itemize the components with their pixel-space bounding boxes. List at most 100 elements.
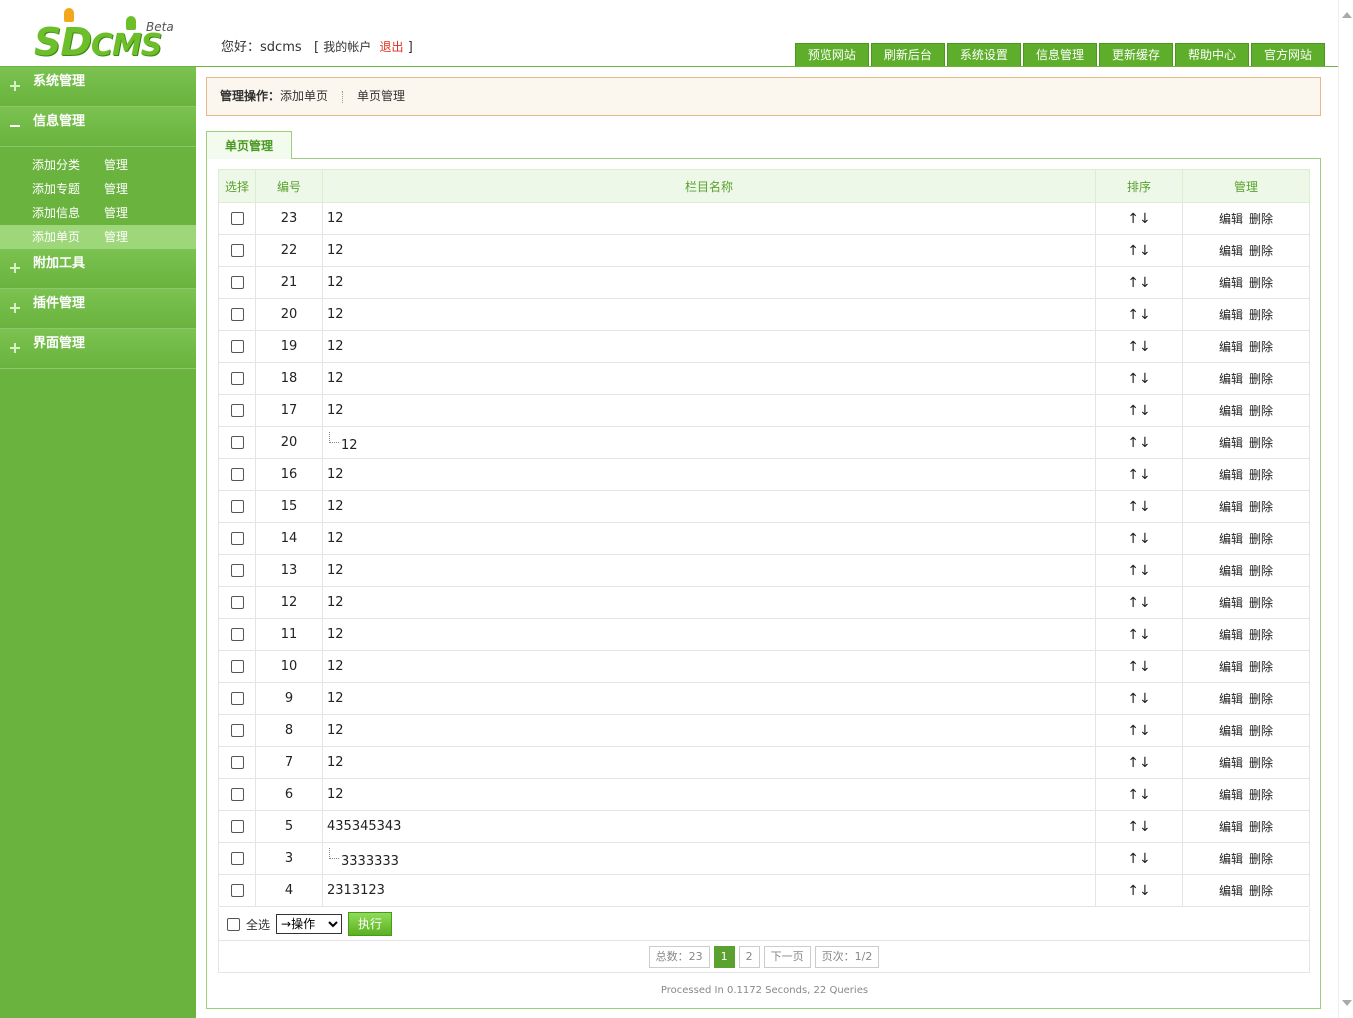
row-checkbox[interactable]: [230, 276, 244, 289]
add-page-link[interactable]: 添加单页: [32, 225, 104, 249]
delete-link[interactable]: 删除: [1249, 724, 1273, 738]
sort-arrows-icon[interactable]: ↑↓: [1127, 371, 1150, 387]
row-checkbox[interactable]: [230, 212, 244, 225]
page-manage-op-link[interactable]: 单页管理: [357, 89, 405, 103]
nav-official-site[interactable]: 官方网站: [1250, 43, 1325, 66]
edit-link[interactable]: 编辑: [1219, 724, 1243, 738]
add-category-link[interactable]: 添加分类: [32, 153, 104, 177]
next-page-button[interactable]: 下一页: [763, 945, 811, 968]
row-checkbox[interactable]: [230, 660, 244, 673]
row-checkbox[interactable]: [230, 340, 244, 353]
row-checkbox[interactable]: [230, 756, 244, 769]
edit-link[interactable]: 编辑: [1219, 692, 1243, 706]
nav-info-management[interactable]: 信息管理: [1022, 43, 1097, 66]
sort-arrows-icon[interactable]: ↑↓: [1127, 275, 1150, 291]
delete-link[interactable]: 删除: [1249, 372, 1273, 386]
delete-link[interactable]: 删除: [1249, 308, 1273, 322]
sort-arrows-icon[interactable]: ↑↓: [1127, 307, 1150, 323]
delete-link[interactable]: 删除: [1249, 692, 1273, 706]
nav-system-settings[interactable]: 系统设置: [946, 43, 1021, 66]
row-checkbox[interactable]: [230, 404, 244, 417]
row-checkbox[interactable]: [230, 436, 244, 449]
delete-link[interactable]: 删除: [1249, 532, 1273, 546]
add-topic-link[interactable]: 添加专题: [32, 177, 104, 201]
sort-arrows-icon[interactable]: ↑↓: [1127, 691, 1150, 707]
sort-arrows-icon[interactable]: ↑↓: [1127, 659, 1150, 675]
row-checkbox[interactable]: [230, 564, 244, 577]
row-checkbox[interactable]: [230, 532, 244, 545]
delete-link[interactable]: 删除: [1249, 628, 1273, 642]
delete-link[interactable]: 删除: [1249, 212, 1273, 226]
select-all-checkbox[interactable]: [227, 917, 240, 931]
edit-link[interactable]: 编辑: [1219, 756, 1243, 770]
page-1-button[interactable]: 1: [713, 945, 735, 968]
delete-link[interactable]: 删除: [1249, 500, 1273, 514]
delete-link[interactable]: 删除: [1249, 788, 1273, 802]
scroll-up-icon[interactable]: [1342, 12, 1352, 18]
edit-link[interactable]: 编辑: [1219, 820, 1243, 834]
edit-link[interactable]: 编辑: [1219, 500, 1243, 514]
execute-button[interactable]: 执行: [348, 912, 393, 936]
row-checkbox[interactable]: [230, 820, 244, 833]
scroll-down-icon[interactable]: [1342, 1000, 1352, 1006]
sort-arrows-icon[interactable]: ↑↓: [1127, 211, 1150, 227]
logout-link[interactable]: 退出: [380, 40, 404, 54]
edit-link[interactable]: 编辑: [1219, 308, 1243, 322]
edit-link[interactable]: 编辑: [1219, 244, 1243, 258]
add-info-link[interactable]: 添加信息: [32, 201, 104, 225]
edit-link[interactable]: 编辑: [1219, 564, 1243, 578]
nav-refresh-admin[interactable]: 刷新后台: [870, 43, 945, 66]
sort-arrows-icon[interactable]: ↑↓: [1127, 819, 1150, 835]
row-checkbox[interactable]: [230, 692, 244, 705]
manage-page-link[interactable]: 管理: [104, 225, 128, 249]
delete-link[interactable]: 删除: [1249, 756, 1273, 770]
sort-arrows-icon[interactable]: ↑↓: [1127, 499, 1150, 515]
page-2-button[interactable]: 2: [738, 945, 760, 968]
manage-category-link[interactable]: 管理: [104, 153, 128, 177]
delete-link[interactable]: 删除: [1249, 404, 1273, 418]
delete-link[interactable]: 删除: [1249, 884, 1273, 898]
row-checkbox[interactable]: [230, 788, 244, 801]
edit-link[interactable]: 编辑: [1219, 468, 1243, 482]
row-checkbox[interactable]: [230, 468, 244, 481]
delete-link[interactable]: 删除: [1249, 436, 1273, 450]
sort-arrows-icon[interactable]: ↑↓: [1127, 403, 1150, 419]
row-checkbox[interactable]: [230, 244, 244, 257]
edit-link[interactable]: 编辑: [1219, 372, 1243, 386]
nav-help-center[interactable]: 帮助中心: [1174, 43, 1249, 66]
delete-link[interactable]: 删除: [1249, 660, 1273, 674]
delete-link[interactable]: 删除: [1249, 596, 1273, 610]
sort-arrows-icon[interactable]: ↑↓: [1127, 723, 1150, 739]
nav-preview-site[interactable]: 预览网站: [794, 43, 869, 66]
edit-link[interactable]: 编辑: [1219, 852, 1243, 866]
delete-link[interactable]: 删除: [1249, 276, 1273, 290]
my-account-link[interactable]: 我的帐户: [323, 40, 371, 54]
sort-arrows-icon[interactable]: ↑↓: [1127, 883, 1150, 899]
delete-link[interactable]: 删除: [1249, 468, 1273, 482]
sidebar-section-interface[interactable]: 界面管理: [0, 329, 196, 369]
manage-topic-link[interactable]: 管理: [104, 177, 128, 201]
delete-link[interactable]: 删除: [1249, 820, 1273, 834]
sort-arrows-icon[interactable]: ↑↓: [1127, 563, 1150, 579]
delete-link[interactable]: 删除: [1249, 244, 1273, 258]
sidebar-section-plugins[interactable]: 插件管理: [0, 289, 196, 329]
row-checkbox[interactable]: [230, 372, 244, 385]
sort-arrows-icon[interactable]: ↑↓: [1127, 243, 1150, 259]
sort-arrows-icon[interactable]: ↑↓: [1127, 595, 1150, 611]
edit-link[interactable]: 编辑: [1219, 884, 1243, 898]
sort-arrows-icon[interactable]: ↑↓: [1127, 851, 1150, 867]
edit-link[interactable]: 编辑: [1219, 628, 1243, 642]
edit-link[interactable]: 编辑: [1219, 404, 1243, 418]
sort-arrows-icon[interactable]: ↑↓: [1127, 467, 1150, 483]
sort-arrows-icon[interactable]: ↑↓: [1127, 787, 1150, 803]
delete-link[interactable]: 删除: [1249, 564, 1273, 578]
row-checkbox[interactable]: [230, 308, 244, 321]
nav-update-cache[interactable]: 更新缓存: [1098, 43, 1173, 66]
row-checkbox[interactable]: [230, 596, 244, 609]
sort-arrows-icon[interactable]: ↑↓: [1127, 339, 1150, 355]
row-checkbox[interactable]: [230, 628, 244, 641]
row-checkbox[interactable]: [230, 724, 244, 737]
sidebar-section-system[interactable]: 系统管理: [0, 67, 196, 107]
sort-arrows-icon[interactable]: ↑↓: [1127, 531, 1150, 547]
edit-link[interactable]: 编辑: [1219, 276, 1243, 290]
